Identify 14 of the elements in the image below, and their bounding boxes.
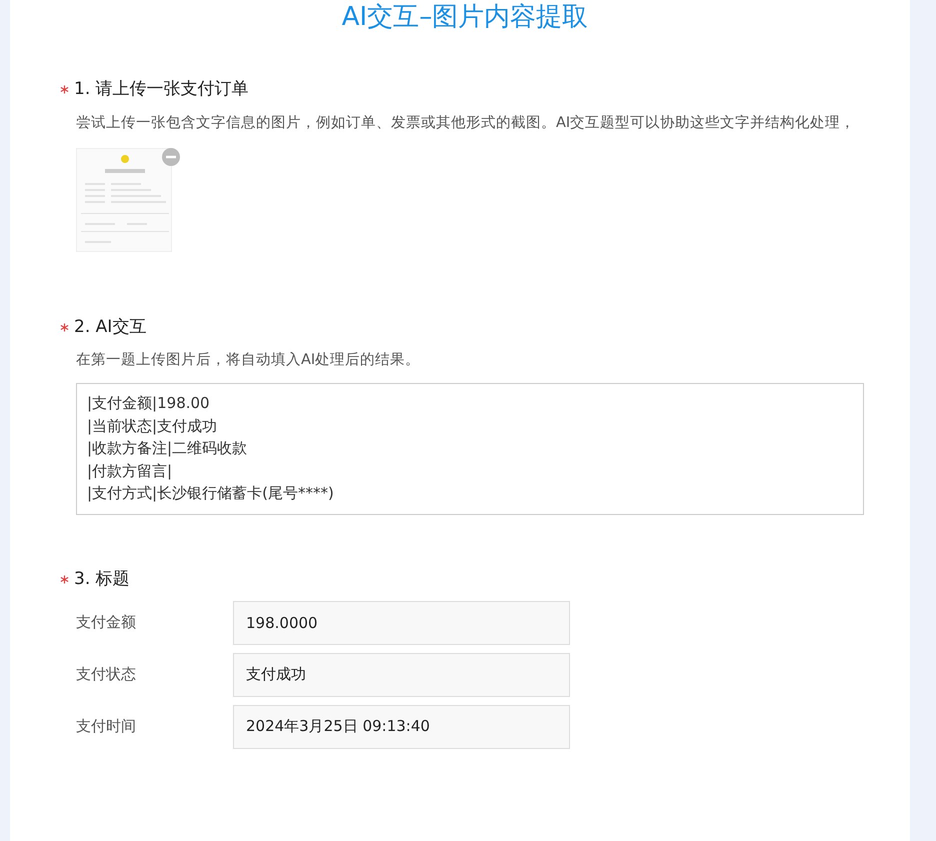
question-description: 尝试上传一张包含文字信息的图片，例如订单、发票或其他形式的截图。AI交互题型可以协助这些文字并结构化处理， [76,114,856,133]
question-title: 1. 请上传一张支付订单 [74,78,249,102]
field-label: 支付金额 [76,612,137,634]
field-label: 支付时间 [76,716,137,738]
field-label: 支付状态 [76,664,137,686]
question-title: 2. AI交互 [74,316,146,339]
question-title: 3. 标题 [74,568,130,592]
input-field[interactable]: 2024年3月25日 09:13:40 [233,704,570,749]
remove-icon[interactable] [162,148,180,166]
page-title: AI交互–图片内容提取 [340,1,590,34]
question-description: 在第一题上传图片后，将自动填入AI处理后的结果。 [76,351,422,370]
answer-box[interactable]: |支付金额|198.00 |当前状态|支付成功 |收款方备注|二维码收款 |付款方留言| |支付方式|长沙银行储蓄卡(尾号****) [76,383,864,516]
input-field[interactable]: 198.0000 [233,600,570,645]
input-field[interactable]: 支付成功 [233,652,570,697]
